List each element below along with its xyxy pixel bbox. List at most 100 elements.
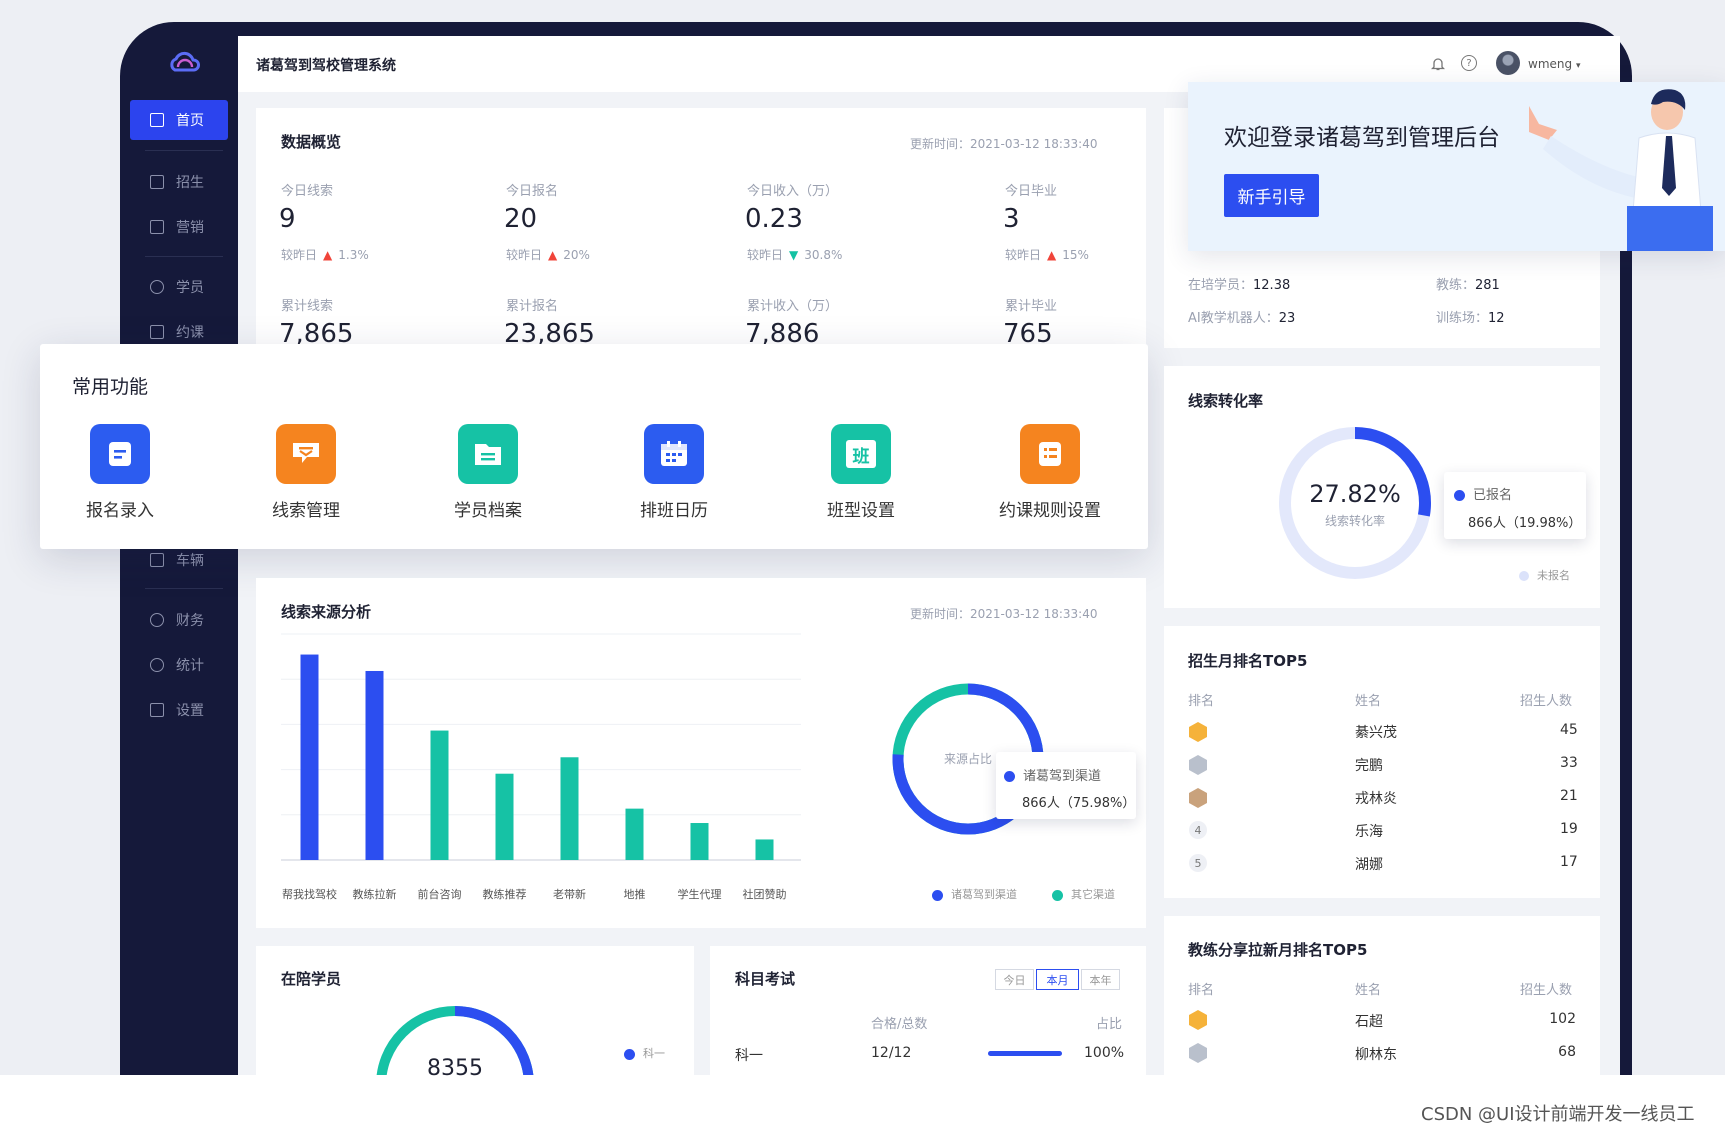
- bar[interactable]: [690, 823, 709, 860]
- sidebar-item-enroll[interactable]: 招生: [130, 162, 228, 202]
- stat-compare: 较昨日 ▲ 15%: [1005, 246, 1089, 263]
- total-label: 累计毕业: [1005, 299, 1058, 314]
- exam-pass: 12/12: [871, 1045, 912, 1061]
- col-name: 姓名: [1355, 694, 1382, 709]
- stat-compare: 较昨日 ▲ 1.3%: [281, 246, 369, 263]
- bar[interactable]: [430, 730, 449, 860]
- rank-count: 102: [1549, 1011, 1576, 1027]
- compare-label: 较昨日: [747, 248, 784, 262]
- legend-dot: [932, 889, 943, 901]
- stat-compare: 较昨日 ▼ 30.8%: [747, 246, 842, 263]
- x-tick-label: 老带新: [553, 888, 586, 901]
- tooltip-series: 诸葛驾到渠道: [1023, 769, 1102, 784]
- legend-dot: [1519, 571, 1529, 581]
- quick-action-calendar[interactable]: 排班日历: [604, 424, 744, 521]
- tab-year[interactable]: 本年: [1081, 969, 1120, 990]
- app-logo: [170, 51, 201, 72]
- sidebar-item-label: 首页: [176, 113, 204, 129]
- tab-month[interactable]: 本月: [1036, 969, 1079, 990]
- quick-action-class[interactable]: 班 班型设置: [791, 424, 931, 521]
- stat-compare: 较昨日 ▲ 20%: [506, 246, 590, 263]
- avatar[interactable]: [1496, 51, 1520, 75]
- quick-action-rules[interactable]: 约课规则设置: [980, 424, 1120, 521]
- col-ratio: 占比: [1096, 1017, 1123, 1032]
- bar[interactable]: [625, 808, 644, 860]
- col-count: 招生人数: [1520, 983, 1573, 998]
- sidebar-item-settings[interactable]: 设置: [130, 690, 228, 730]
- rank-count: 17: [1560, 854, 1578, 870]
- tooltip-value: 866人（75.98%）: [1022, 796, 1136, 811]
- bell-icon[interactable]: [1430, 55, 1446, 71]
- guide-button[interactable]: 新手引导: [1224, 174, 1319, 217]
- stat-label: 今日报名: [506, 184, 559, 199]
- info-value: 12.38: [1253, 278, 1291, 293]
- form-icon: [90, 424, 150, 484]
- x-tick-label: 教练拉新: [352, 888, 397, 901]
- conversion-legend-item: 未报名: [1519, 567, 1570, 583]
- booking-icon: [150, 325, 164, 339]
- exam-subject: 科一: [735, 1048, 763, 1064]
- car-icon: [150, 553, 164, 567]
- quick-action-enroll[interactable]: 报名录入: [50, 424, 190, 521]
- change-value: 20%: [563, 247, 590, 262]
- bar[interactable]: [560, 757, 579, 860]
- sidebar-item-marketing[interactable]: 营销: [130, 207, 228, 247]
- coach-top5-title: 教练分享拉新月排名TOP5: [1188, 941, 1368, 959]
- total-label: 累计收入（万）: [747, 299, 839, 314]
- info-value: 281: [1475, 278, 1500, 293]
- settings-icon: [150, 703, 164, 717]
- rank-name: 綦兴茂: [1355, 725, 1397, 741]
- legend-label: 其它渠道: [1071, 888, 1115, 901]
- sidebar-item-students[interactable]: 学员: [130, 267, 228, 307]
- welcome-illustration: [1529, 89, 1713, 251]
- change-value: 15%: [1062, 247, 1089, 262]
- sidebar-item-finance[interactable]: 财务: [130, 600, 228, 640]
- rank-name: 石超: [1355, 1014, 1383, 1030]
- finance-icon: [150, 613, 164, 627]
- quick-action-label: 约课规则设置: [999, 501, 1101, 521]
- arrow-down-icon: ▼: [789, 247, 799, 262]
- sidebar-item-label: 学员: [176, 280, 204, 296]
- tab-today[interactable]: 今日: [995, 969, 1034, 990]
- sidebar-item-label: 统计: [176, 658, 204, 674]
- rank-name: 湖娜: [1355, 857, 1383, 873]
- x-tick-label: 帮我找驾校: [282, 888, 337, 901]
- help-icon[interactable]: ?: [1461, 55, 1477, 71]
- update-label: 更新时间：: [910, 607, 971, 621]
- sidebar-item-label: 设置: [176, 703, 204, 719]
- update-time: 2021-03-12 18:33:40: [970, 137, 1098, 151]
- x-tick-label: 社团赞助: [742, 888, 787, 901]
- quick-action-label: 报名录入: [86, 501, 154, 521]
- bar[interactable]: [300, 654, 319, 860]
- bar[interactable]: [495, 773, 514, 860]
- stats-icon: [150, 658, 164, 672]
- students-legend-item: 科一: [624, 1045, 665, 1061]
- quick-action-clues[interactable]: 线索管理: [236, 424, 376, 521]
- sidebar-item-home[interactable]: 首页: [130, 100, 228, 140]
- chevron-down-icon: ▾: [1575, 61, 1581, 71]
- legend-dot: [624, 1048, 635, 1060]
- user-menu[interactable]: wmeng ▾: [1528, 57, 1580, 71]
- update-time: 2021-03-12 18:33:40: [970, 607, 1098, 621]
- stat-value: 3: [1003, 204, 1020, 234]
- info-label: 教练：: [1436, 278, 1476, 293]
- col-rank: 排名: [1188, 983, 1215, 998]
- arrow-up-icon: ▲: [1047, 247, 1057, 262]
- col-pass: 合格/总数: [871, 1017, 928, 1032]
- series-dot: [1454, 490, 1465, 501]
- overview-title: 数据概览: [281, 133, 342, 151]
- tooltip-series: 已报名: [1473, 488, 1513, 503]
- bar[interactable]: [755, 839, 774, 860]
- sidebar-item-stats[interactable]: 统计: [130, 645, 228, 685]
- change-value: 30.8%: [804, 247, 843, 262]
- change-value: 1.3%: [338, 247, 369, 262]
- rank-count: 21: [1560, 788, 1578, 804]
- legend-label: 未报名: [1537, 569, 1570, 582]
- col-count: 招生人数: [1520, 694, 1573, 709]
- bar[interactable]: [365, 670, 384, 860]
- welcome-title: 欢迎登录诸葛驾到管理后台: [1224, 125, 1500, 151]
- info-value: 23: [1278, 311, 1296, 326]
- quick-action-archive[interactable]: 学员档案: [418, 424, 558, 521]
- conversion-title: 线索转化率: [1188, 392, 1264, 410]
- overview-update: 更新时间：2021-03-12 18:33:40: [910, 135, 1097, 152]
